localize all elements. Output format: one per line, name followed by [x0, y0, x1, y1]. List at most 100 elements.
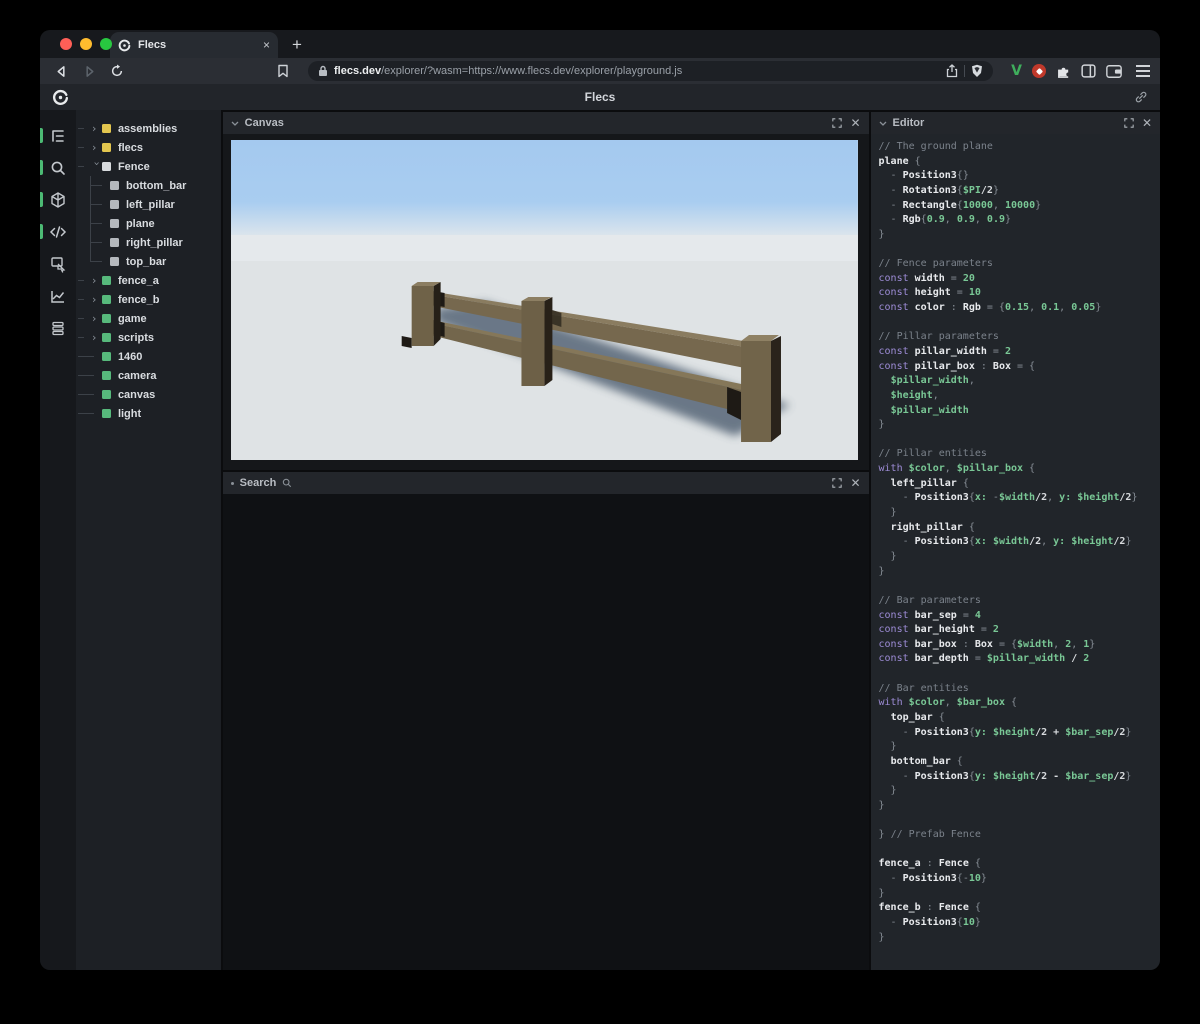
code-line: // The ground plane [878, 141, 993, 152]
close-panel-icon[interactable]: ✕ [1142, 117, 1152, 129]
entity-square-icon [109, 200, 119, 209]
tree-item-label: left_pillar [125, 198, 175, 211]
code-line: - Position3{10} [878, 916, 981, 928]
entity-square-icon [109, 181, 119, 190]
zoom-window-button[interactable] [100, 38, 112, 50]
tree-item-top_bar[interactable]: top_bar [76, 252, 221, 271]
url-path: /explorer/?wasm=https://www.flecs.dev/ex… [381, 65, 683, 77]
active-indicator [40, 160, 43, 175]
tree-item-canvas[interactable]: canvas [76, 385, 221, 404]
entity-square-icon [101, 124, 111, 133]
code-line: const bar_box : Box = {$width, 2, 1} [878, 638, 1096, 650]
v-extension-icon[interactable]: V [1011, 63, 1022, 79]
search-panel-header[interactable]: Search ✕ [222, 472, 869, 494]
tree-item-assemblies[interactable]: › assemblies [76, 119, 221, 138]
tree-item-plane[interactable]: plane [76, 214, 221, 233]
fullscreen-icon[interactable] [1124, 118, 1134, 128]
canvas-3d-viewport[interactable] [230, 140, 858, 460]
back-button[interactable] [50, 60, 72, 82]
code-line: $pillar_width, [890, 375, 975, 387]
expand-arrow-icon[interactable]: › [92, 294, 102, 305]
cube-icon [51, 192, 65, 208]
chevron-down-icon[interactable] [231, 121, 239, 126]
tree-item-Fence[interactable]: › Fence [76, 157, 221, 176]
close-panel-icon[interactable]: ✕ [850, 477, 860, 489]
entity-square-icon [101, 314, 111, 323]
code-line: } [878, 931, 885, 943]
tree-item-label: bottom_bar [125, 179, 187, 192]
url-bar[interactable]: flecs.dev/explorer/?wasm=https://www.fle… [308, 61, 994, 81]
close-window-button[interactable] [60, 38, 72, 50]
sidebar-tool-hierarchy-icon[interactable] [40, 124, 76, 148]
sidebar-toggle-icon[interactable] [1081, 64, 1096, 78]
panel-collapse-dot[interactable] [230, 481, 234, 485]
code-line: } [878, 565, 885, 577]
code-line: const pillar_width = 2 [878, 345, 1011, 357]
new-tab-button[interactable]: + [292, 35, 302, 55]
tree-item-1460[interactable]: 1460 [76, 347, 221, 366]
reload-button[interactable] [106, 60, 128, 82]
code-line: } [878, 741, 897, 753]
bookmark-icon[interactable] [272, 60, 294, 82]
tree-item-fence_a[interactable]: › fence_a [76, 271, 221, 290]
chevron-down-icon[interactable] [879, 121, 887, 126]
expand-arrow-icon[interactable]: › [92, 332, 102, 343]
expand-arrow-icon[interactable]: › [92, 123, 102, 134]
close-panel-icon[interactable]: ✕ [850, 117, 860, 129]
search-panel-title: Search [239, 477, 277, 489]
tree-item-left_pillar[interactable]: left_pillar [76, 195, 221, 214]
tree-connector [89, 185, 102, 186]
tree-item-camera[interactable]: camera [76, 366, 221, 385]
tree-item-label: fence_b [117, 293, 160, 306]
tree-item-bottom_bar[interactable]: bottom_bar [76, 176, 221, 195]
entity-square-icon [109, 257, 119, 266]
collapse-arrow-icon[interactable]: › [90, 162, 103, 172]
code-line: left_pillar { [890, 477, 969, 489]
canvas-panel-header[interactable]: Canvas ✕ [222, 112, 869, 134]
extensions-puzzle-icon[interactable] [1056, 64, 1071, 79]
tree-connector [89, 223, 102, 224]
tree-connector [77, 413, 94, 414]
tree-item-light[interactable]: light [76, 404, 221, 423]
sidebar-tool-inspect-icon[interactable] [40, 252, 76, 276]
expand-arrow-icon[interactable]: › [92, 313, 102, 324]
browser-tab[interactable]: Flecs × [110, 32, 278, 58]
editor-panel-header[interactable]: Editor ✕ [870, 112, 1160, 134]
fullscreen-icon[interactable] [832, 118, 843, 128]
tree-item-label: fence_a [117, 274, 159, 287]
active-indicator [40, 224, 43, 239]
tree-item-game[interactable]: › game [76, 309, 221, 328]
page-title: Flecs [584, 90, 616, 104]
tree-item-label: 1460 [117, 350, 143, 363]
wallet-icon[interactable] [1106, 64, 1122, 78]
fullscreen-icon[interactable] [832, 478, 843, 488]
entity-square-icon [109, 238, 119, 247]
tab-close-icon[interactable]: × [263, 38, 270, 52]
expand-arrow-icon[interactable]: › [92, 275, 102, 286]
code-icon [49, 226, 67, 238]
menu-icon[interactable] [1136, 65, 1150, 77]
sidebar-tool-cube-icon[interactable] [40, 188, 76, 212]
tool-sidebar [40, 110, 76, 970]
search-panel-body[interactable] [222, 494, 869, 970]
sidebar-tool-chart-icon[interactable] [40, 284, 76, 308]
brave-shield-icon[interactable] [971, 64, 983, 78]
sidebar-tool-search-icon[interactable] [40, 156, 76, 180]
tree-item-right_pillar[interactable]: right_pillar [76, 233, 221, 252]
share-icon[interactable] [946, 64, 958, 78]
tree-item-scripts[interactable]: › scripts [76, 328, 221, 347]
expand-arrow-icon[interactable]: › [92, 142, 102, 153]
code-line: // Pillar parameters [878, 331, 999, 343]
minimize-window-button[interactable] [80, 38, 92, 50]
tree-item-fence_b[interactable]: › fence_b [76, 290, 221, 309]
tree-item-flecs[interactable]: › flecs [76, 138, 221, 157]
code-editor[interactable]: // The ground plane plane { - Position3{}… [871, 134, 1160, 970]
code-line: with $color, $pillar_box { [878, 463, 1036, 475]
tree-connector [77, 337, 84, 338]
sidebar-tool-code-icon[interactable] [40, 220, 76, 244]
red-extension-icon[interactable] [1032, 64, 1046, 78]
sidebar-tool-queue-icon[interactable] [40, 316, 76, 340]
forward-button[interactable] [78, 60, 100, 82]
